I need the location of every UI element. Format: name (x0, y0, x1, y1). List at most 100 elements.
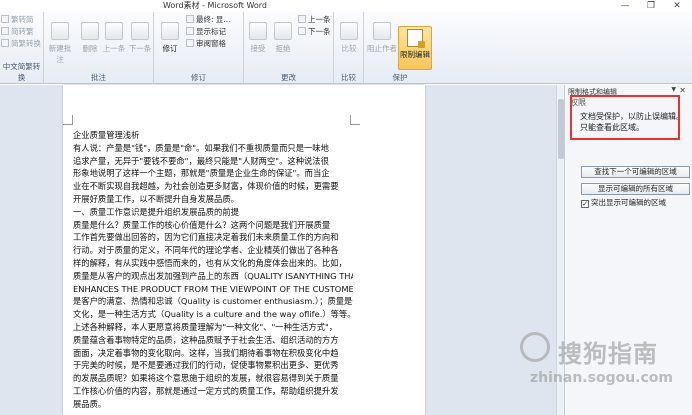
ribbon: 繁转简 简转繁 简繁转换 中文简繁转换 新建批注 删除 上一条 下一条 批注 修… (0, 12, 692, 84)
highlight-box (570, 95, 680, 140)
compare-group: 比较 比较 (334, 12, 364, 84)
convert-icon (1, 15, 9, 23)
doc-line: 展品质。 (73, 398, 107, 409)
convert-label: 简繁转换 (11, 39, 41, 48)
option-label: 审阅窗格 (196, 39, 226, 48)
convert-label: 繁转简 (11, 15, 34, 24)
button-label: 修订 (162, 44, 178, 53)
button-label: 新建批注 (48, 44, 72, 64)
next-change-button[interactable]: 下一条 (298, 26, 331, 37)
changes-group: 接受 拒绝 上一条 下一条 更改 (244, 12, 334, 84)
convert-icon (1, 27, 9, 35)
reject-button[interactable]: 拒绝 (269, 22, 297, 54)
document-area: 企业质量管理浅析 有人说：产量是"钱"，质量是"命"。如果我们不重视质量而只是一… (0, 85, 556, 415)
option-label: 显示标记 (196, 27, 226, 36)
doc-line: 于完美的时候，是不是要通过我们的行动，促使事物累积出更多、更优秀 (73, 360, 339, 371)
previous-comment-icon (105, 22, 123, 40)
doc-line: 样的解释，有从实践中感悟而来的，也有从文化的角度体会出来的。比如， (73, 257, 347, 268)
doc-line: 企业质量管理浅析 (73, 130, 140, 140)
option-label: 上一条 (308, 15, 331, 24)
title-bar: Word素材 - Microsoft Word — ❐ ✕ (0, 0, 692, 12)
doc-line: 的发展品质呢？如果将这个意思施于组织的发展，就很容易得到关于质量 (73, 373, 339, 384)
group-label: 批注 (91, 73, 106, 82)
doc-line: 工作核心价值的内容，那就是通过一定方式的质量工作，帮助组织提升发 (73, 385, 339, 396)
option-label: 下一条 (308, 27, 331, 36)
track-changes-icon (161, 22, 179, 40)
pane-icon (186, 39, 194, 47)
document-body[interactable]: 企业质量管理浅析 有人说：产量是"钱"，质量是"命"。如果我们不重视质量而只是一… (73, 129, 353, 411)
convert-icon (1, 39, 9, 47)
option-label: 最终: 显... (196, 15, 231, 24)
button-label: 接受 (250, 44, 266, 53)
previous-icon (298, 15, 306, 23)
group-label: 更改 (281, 73, 296, 82)
doc-line: 质量是从客户的观点出发加强到产品上的东西（QUALITY ISANYTHING … (73, 270, 353, 281)
checkbox-label: 突出显示可编辑的区域 (591, 198, 666, 207)
doc-line: 开展好质量工作，以不断提升自身发展品质。 (73, 193, 239, 204)
doc-line: 质量蕴含着事物特定的品质，这种品质赋予于社会生活、组织活动的方方 (73, 334, 339, 345)
pane-menu-icon[interactable]: ▼ (671, 86, 676, 93)
button-label: 比较 (341, 44, 357, 53)
review-icon (186, 15, 194, 23)
new-comment-icon (51, 22, 69, 40)
next-comment-button[interactable]: 下一条 (126, 22, 154, 54)
checkbox-checked-icon[interactable]: ✓ (581, 200, 589, 208)
close-button[interactable]: ✕ (664, 0, 690, 12)
convert-group: 繁转简 简转繁 简繁转换 中文简繁转换 (0, 12, 44, 84)
button-label: 拒绝 (275, 44, 291, 53)
doc-line: 文化，是一种生活方式（Quality is a culture and the … (73, 309, 353, 320)
reject-icon (274, 22, 292, 40)
doc-line: ENHANCES THE PRODUCT FROM THE VIEWPOINT … (73, 283, 353, 294)
accept-icon (249, 22, 267, 40)
simp-trad-convert-button[interactable]: 简繁转换 (1, 38, 41, 49)
margin-corner-mark (63, 115, 73, 125)
document-lock-icon (407, 29, 425, 48)
new-comment-button[interactable]: 新建批注 (46, 22, 74, 65)
tracking-group: 修订 最终: 显... 显示标记 审阅窗格 修订 (154, 12, 244, 84)
compare-icon (340, 22, 358, 40)
find-next-editable-region-button[interactable]: 查找下一个可编辑的区域 (581, 166, 690, 178)
button-label: 删除 (82, 44, 98, 53)
button-label: 下一条 (128, 44, 152, 53)
convert-label: 简转繁 (11, 27, 34, 36)
document-page[interactable]: 企业质量管理浅析 有人说：产量是"钱"，质量是"命"。如果我们不重视质量而只是一… (63, 85, 425, 415)
next-icon (298, 27, 306, 35)
doc-line: 业在不断实现自我超越，为社会创造更多财富，体现价值的时候，更需要 (73, 181, 339, 192)
vertical-scrollbar[interactable] (556, 85, 564, 415)
group-label: 保护 (392, 73, 408, 82)
doc-line: 工作首先要做出回答的，因为它们直接决定着我们未来质量工作的方向和 (73, 232, 339, 243)
group-label: 比较 (341, 73, 356, 82)
simplified-to-traditional-button[interactable]: 简转繁 (1, 26, 34, 37)
doc-line: 一、质量工作意识是提升组织发展品质的前提 (73, 206, 239, 217)
traditional-to-simplified-button[interactable]: 繁转简 (1, 14, 34, 25)
block-authors-button[interactable]: 阻止作者 (366, 22, 398, 54)
accept-button[interactable]: 接受 (244, 22, 272, 54)
window-title: Word素材 - Microsoft Word (162, 1, 268, 10)
restrict-editing-button[interactable]: 限制编辑 (398, 26, 432, 70)
group-label: 修订 (191, 73, 206, 82)
doc-line: 质量是什么？质量工作的核心价值是什么？这两个问题是我们开展质量 (73, 219, 331, 230)
previous-change-button[interactable]: 上一条 (298, 14, 331, 25)
restore-button[interactable]: ❐ (638, 0, 664, 12)
doc-line: 是客户的满意、热情和忠诚（Quality is customer enthusi… (73, 296, 353, 307)
display-for-review-select[interactable]: 最终: 显... (186, 14, 231, 25)
highlight-editable-regions-checkbox[interactable]: ✓ 突出显示可编辑的区域 (581, 197, 666, 208)
doc-line: 上述各种解释，本人更愿意将质量理解为"一种文化"、"一种生活方式"， (73, 321, 338, 332)
button-label: 上一条 (102, 44, 126, 53)
doc-line: 面面，决定着事物的变化取向。这样，当我们期待着事物在积极变化中趋 (73, 347, 339, 358)
markup-icon (186, 27, 194, 35)
previous-comment-button[interactable]: 上一条 (100, 22, 128, 54)
minimize-button[interactable]: — (612, 0, 638, 12)
button-label: 限制编辑 (400, 50, 430, 59)
compare-button[interactable]: 比较 (335, 22, 363, 54)
reviewing-pane-button[interactable]: 审阅窗格 (186, 38, 226, 49)
next-comment-icon (131, 22, 149, 40)
delete-comment-icon (81, 22, 99, 40)
doc-line: 追求产量，无异于"要钱不要命"，最终只能是"人财两空"。这种说法很 (73, 155, 329, 166)
show-markup-button[interactable]: 显示标记 (186, 26, 226, 37)
pane-close-icon[interactable]: ✕ (679, 86, 686, 95)
comments-group: 新建批注 删除 上一条 下一条 批注 (44, 12, 154, 84)
doc-line: 行动。对于质量的定义，不同年代的理论学者、企业精英们做出了各种各 (73, 245, 339, 256)
track-changes-button[interactable]: 修订 (156, 22, 184, 54)
show-all-editable-regions-button[interactable]: 显示可编辑的所有区域 (581, 183, 690, 195)
